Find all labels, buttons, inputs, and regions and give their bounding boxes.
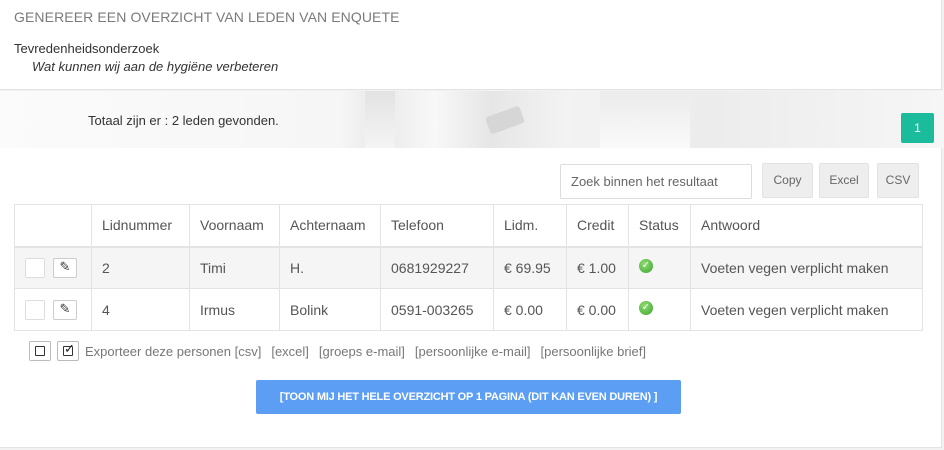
- check-circle-icon: ✓: [639, 259, 653, 274]
- page-title: GENEREER EEN OVERZICHT VAN LEDEN VAN ENQ…: [14, 9, 400, 25]
- row-controls: ✎: [14, 246, 92, 289]
- check-circle-icon: ✓: [639, 300, 653, 315]
- square-icon: [35, 346, 45, 356]
- survey-question: Wat kunnen wij aan de hygiëne verbeteren: [32, 59, 279, 74]
- cell-lidnummer: 4: [91, 288, 190, 331]
- column-header-achternaam[interactable]: Achternaam: [279, 204, 381, 248]
- cell-lidnummer: 2: [91, 246, 190, 289]
- cell-antwoord: Voeten vegen verplicht maken: [690, 246, 923, 289]
- search-input[interactable]: [560, 164, 752, 199]
- row-select-checkbox[interactable]: [25, 299, 45, 320]
- results-count: Totaal zijn er : 2 leden gevonden.: [88, 113, 279, 128]
- cell-status: ✓: [628, 288, 691, 331]
- cell-telefoon: 0681929227: [380, 246, 494, 289]
- table-row: ✎ 4 Irmus Bolink 0591-003265 € 0.00 € 0.…: [14, 288, 923, 331]
- column-header-telefoon[interactable]: Telefoon: [380, 204, 494, 248]
- pencil-icon[interactable]: ✎: [52, 257, 77, 278]
- cell-voornaam: Timi: [189, 246, 280, 289]
- select-none-button[interactable]: [29, 341, 51, 361]
- show-full-overview-button[interactable]: [TOON MIJ HET HELE OVERZICHT OP 1 PAGINA…: [256, 380, 681, 414]
- pencil-icon[interactable]: ✎: [52, 299, 77, 320]
- column-header-select: [14, 204, 92, 248]
- select-all-button[interactable]: ✓: [57, 341, 79, 361]
- table-row: ✎ 2 Timi H. 0681929227 € 69.95 € 1.00 ✓ …: [14, 246, 923, 289]
- cell-status: ✓: [628, 246, 691, 289]
- column-header-voornaam[interactable]: Voornaam: [189, 204, 280, 248]
- column-header-credit[interactable]: Credit: [566, 204, 629, 248]
- column-header-lidm[interactable]: Lidm.: [493, 204, 567, 248]
- banner-decoration: [485, 105, 525, 135]
- cell-antwoord: Voeten vegen verplicht maken: [690, 288, 923, 331]
- page-number-button[interactable]: 1: [901, 113, 934, 143]
- cell-telefoon: 0591-003265: [380, 288, 494, 331]
- cell-voornaam: Irmus: [189, 288, 280, 331]
- row-controls: ✎: [14, 288, 92, 331]
- row-select-checkbox[interactable]: [25, 257, 45, 278]
- cell-credit: € 1.00: [566, 246, 629, 289]
- excel-button[interactable]: Excel: [819, 163, 869, 198]
- copy-button[interactable]: Copy: [762, 163, 813, 198]
- survey-header-panel: GENEREER EEN OVERZICHT VAN LEDEN VAN ENQ…: [0, 0, 942, 90]
- csv-button[interactable]: CSV: [877, 163, 919, 198]
- column-header-lidnummer[interactable]: Lidnummer: [91, 204, 190, 248]
- export-row: ✓ Exporteer deze personen [csv] [excel] …: [29, 341, 656, 361]
- table-header-row: Lidnummer Voornaam Achternaam Telefoon L…: [14, 204, 923, 248]
- column-header-antwoord[interactable]: Antwoord: [690, 204, 923, 248]
- personal-letter-link[interactable]: [persoonlijke brief]: [541, 344, 647, 359]
- personal-email-link[interactable]: [persoonlijke e-mail]: [415, 344, 531, 359]
- cell-achternaam: Bolink: [279, 288, 381, 331]
- banner-decoration: [365, 91, 395, 148]
- members-table: Lidnummer Voornaam Achternaam Telefoon L…: [14, 204, 923, 331]
- cell-lidm: € 0.00: [493, 288, 567, 331]
- export-excel-link[interactable]: [excel]: [271, 344, 309, 359]
- cell-lidm: € 69.95: [493, 246, 567, 289]
- group-email-link[interactable]: [groeps e-mail]: [319, 344, 405, 359]
- cell-credit: € 0.00: [566, 288, 629, 331]
- banner-decoration: [600, 91, 690, 148]
- cell-achternaam: H.: [279, 246, 381, 289]
- export-csv-link[interactable]: Exporteer deze personen [csv]: [85, 344, 261, 359]
- column-header-status[interactable]: Status: [628, 204, 691, 248]
- check-icon: ✓: [64, 341, 75, 356]
- survey-name: Tevredenheidsonderzoek: [14, 41, 160, 56]
